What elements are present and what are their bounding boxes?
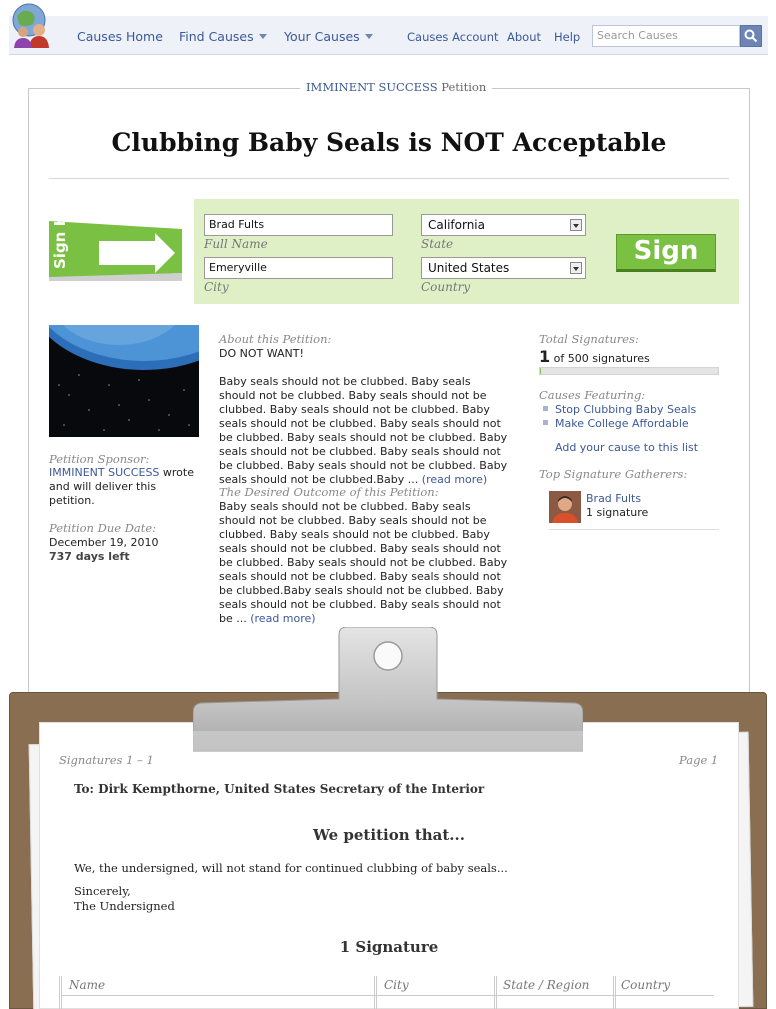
column-separator — [374, 976, 377, 1009]
causes-featuring-label: Causes Featuring: — [539, 388, 646, 402]
search-input[interactable]: Search Causes — [592, 25, 740, 47]
state-select[interactable]: California — [421, 214, 586, 236]
nav-help[interactable]: Help — [554, 30, 580, 44]
petition-image — [49, 325, 199, 437]
chevron-down-icon — [258, 34, 267, 39]
search-button[interactable] — [740, 25, 762, 47]
recipient-line: To: Dirk Kempthorne, United States Secre… — [74, 782, 485, 796]
page-number: Page 1 — [679, 753, 719, 767]
about-label: About this Petition: — [219, 332, 332, 346]
nav-causes-account[interactable]: Causes Account — [407, 30, 499, 44]
column-separator — [59, 976, 62, 1009]
column-separator — [613, 976, 616, 1009]
signature-count-heading: 1 Signature — [339, 938, 439, 956]
signature-range: Signatures 1 – 1 — [59, 753, 154, 767]
sponsor-text: IMMINENT SUCCESS wrote and will deliver … — [49, 466, 194, 507]
progress-fill — [540, 368, 542, 374]
city-field[interactable]: Emeryville — [204, 257, 393, 279]
sponsor-label: Petition Sponsor: — [49, 452, 150, 466]
add-cause-link[interactable]: Add your cause to this list — [555, 441, 698, 454]
dropdown-arrow-icon — [570, 262, 582, 274]
top-gatherers-label: Top Signature Gatherers: — [539, 467, 688, 481]
nav-causes-home[interactable]: Causes Home — [77, 29, 163, 44]
sign-button[interactable]: Sign — [616, 234, 716, 272]
nav-find-causes[interactable]: Find Causes — [179, 29, 267, 44]
full-name-field[interactable]: Brad Fults — [204, 214, 393, 236]
title-divider — [49, 178, 729, 179]
column-header-name: Name — [69, 978, 106, 992]
sign-here-text: Sign Here — [51, 219, 69, 269]
search-icon — [744, 29, 758, 43]
sign-off: Sincerely, The Undersigned — [74, 884, 175, 913]
city-label: City — [204, 280, 229, 294]
column-header-country: Country — [621, 978, 671, 992]
nav-about[interactable]: About — [507, 30, 541, 44]
we-petition-heading: We petition that... — [313, 826, 465, 844]
clipboard-clip-icon — [192, 626, 584, 752]
table-header-rule — [62, 995, 714, 996]
divider — [549, 529, 719, 530]
avatar[interactable] — [549, 491, 581, 523]
signature-progress-bar — [539, 367, 719, 375]
full-name-label: Full Name — [204, 237, 268, 251]
outcome-label: The Desired Outcome of this Petition: — [219, 485, 439, 499]
nav-your-causes[interactable]: Your Causes — [284, 29, 373, 44]
gatherer-count: 1 signature — [586, 506, 649, 519]
total-signatures-label: Total Signatures: — [539, 332, 639, 346]
column-header-state: State / Region — [503, 978, 590, 992]
cause-link[interactable]: Stop Clubbing Baby Seals — [543, 403, 696, 416]
about-subtitle: DO NOT WANT! — [219, 347, 304, 360]
days-left: 737 days left — [49, 550, 130, 563]
outcome-read-more-link[interactable]: (read more) — [250, 612, 315, 625]
country-select[interactable]: United States — [421, 257, 586, 279]
cause-link[interactable]: Make College Affordable — [543, 417, 689, 430]
page-title: Clubbing Baby Seals is NOT Acceptable — [111, 128, 667, 157]
column-header-city: City — [384, 978, 409, 992]
causes-logo-icon[interactable] — [9, 2, 57, 50]
legend-sponsor-link[interactable]: IMMINENT SUCCESS — [306, 80, 438, 94]
column-separator — [494, 976, 497, 1009]
sponsor-link[interactable]: IMMINENT SUCCESS — [49, 466, 159, 479]
sign-here-arrow-icon: Sign Here — [47, 186, 184, 281]
dropdown-arrow-icon — [570, 219, 582, 231]
chevron-down-icon — [364, 34, 373, 39]
state-label: State — [421, 237, 454, 251]
due-date: December 19, 2010 — [49, 536, 159, 549]
petition-legend: IMMINENT SUCCESS Petition — [300, 80, 493, 94]
outcome-text: Baby seals should not be clubbed. Baby s… — [219, 500, 508, 625]
signature-count: 1 of 500 signatures — [539, 347, 650, 366]
petition-statement: We, the undersigned, will not stand for … — [74, 861, 508, 875]
country-label: Country — [421, 280, 471, 294]
about-text: Baby seals should not be clubbed. Baby s… — [219, 375, 508, 486]
gatherer-name-link[interactable]: Brad Fults — [586, 492, 641, 505]
due-date-label: Petition Due Date: — [49, 521, 157, 535]
